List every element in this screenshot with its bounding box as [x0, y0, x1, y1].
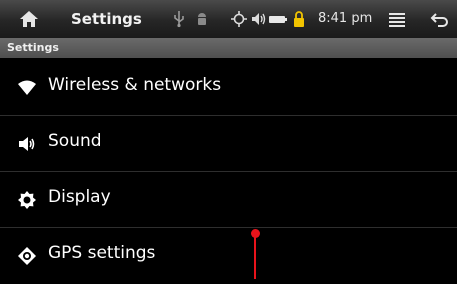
- battery-icon: [269, 16, 287, 23]
- speaker-icon: [19, 137, 35, 151]
- item-label: Display: [48, 187, 111, 207]
- settings-subheader: Settings: [0, 38, 457, 58]
- status-title: Settings: [71, 10, 142, 28]
- gps-icon: [231, 11, 247, 27]
- list-item-wireless-networks[interactable]: Wireless & networks: [0, 60, 457, 116]
- status-bar: Settings 8:41 pm: [0, 0, 457, 38]
- wifi-icon: [18, 80, 36, 95]
- subheader-label: Settings: [7, 41, 59, 54]
- pointer-marker-line: [254, 236, 256, 279]
- item-label: Wireless & networks: [48, 75, 222, 95]
- lock-icon: [294, 11, 304, 27]
- item-label: GPS settings: [48, 243, 156, 263]
- list-item-gps-settings[interactable]: GPS settings: [0, 228, 457, 284]
- list-item-display[interactable]: Display: [0, 172, 457, 228]
- status-time: 8:41 pm: [318, 11, 373, 26]
- usb-icon: [174, 11, 184, 28]
- home-icon[interactable]: [18, 9, 40, 29]
- gps-target-icon: [18, 247, 36, 265]
- volume-icon: [252, 13, 266, 25]
- list-item-sound[interactable]: Sound: [0, 116, 457, 172]
- brightness-icon: [18, 191, 36, 209]
- android-debug-icon: [198, 13, 206, 25]
- menu-icon[interactable]: [388, 11, 406, 29]
- back-icon[interactable]: [430, 11, 450, 29]
- item-label: Sound: [48, 131, 102, 151]
